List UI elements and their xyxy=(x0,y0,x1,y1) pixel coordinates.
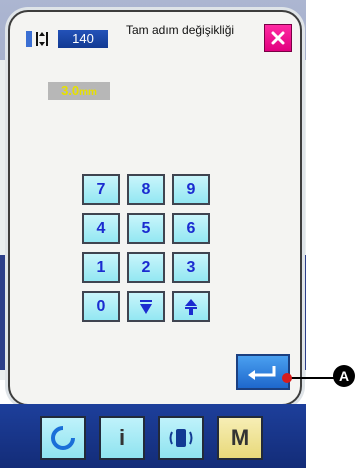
step-unit: mm xyxy=(79,87,97,98)
key-3[interactable]: 3 xyxy=(172,252,210,283)
key-6[interactable]: 6 xyxy=(172,213,210,244)
pitch-value: 140 xyxy=(58,30,108,48)
communication-button[interactable] xyxy=(158,416,204,460)
callout-dot xyxy=(282,373,292,383)
mode-label: M xyxy=(230,425,250,450)
key-2[interactable]: 2 xyxy=(127,252,165,283)
pitch-change-dialog: 140 Tam adım değişikliği 3.0mm 7 8 9 4 5… xyxy=(8,10,302,406)
bottom-toolbar: i M xyxy=(0,404,306,468)
stitch-pitch-icon xyxy=(26,31,48,47)
step-value: 3.0 xyxy=(61,83,80,98)
key-8[interactable]: 8 xyxy=(127,174,165,205)
key-9[interactable]: 9 xyxy=(172,174,210,205)
numeric-keypad: 7 8 9 4 5 6 1 2 3 0 xyxy=(82,174,255,322)
increment-icon xyxy=(185,298,197,315)
mode-button[interactable]: M xyxy=(217,416,263,460)
communication-icon xyxy=(169,429,193,447)
key-5[interactable]: 5 xyxy=(127,213,165,244)
key-0[interactable]: 0 xyxy=(82,291,120,322)
step-value-display: 3.0mm xyxy=(48,82,110,100)
close-icon xyxy=(271,31,285,45)
increment-button[interactable] xyxy=(172,291,210,322)
info-button[interactable]: i xyxy=(99,416,145,460)
decrement-icon xyxy=(140,299,152,314)
rotate-icon xyxy=(51,426,75,450)
background-left-bar xyxy=(0,255,8,370)
enter-button[interactable] xyxy=(236,354,290,390)
key-1[interactable]: 1 xyxy=(82,252,120,283)
key-7[interactable]: 7 xyxy=(82,174,120,205)
callout-line xyxy=(286,377,336,379)
reset-button[interactable] xyxy=(40,416,86,460)
callout-badge: A xyxy=(333,365,355,387)
info-icon: i xyxy=(118,425,126,450)
decrement-button[interactable] xyxy=(127,291,165,322)
close-button[interactable] xyxy=(264,24,292,52)
dialog-title: Tam adım değişikliği xyxy=(126,23,235,37)
enter-icon xyxy=(248,366,276,380)
key-4[interactable]: 4 xyxy=(82,213,120,244)
